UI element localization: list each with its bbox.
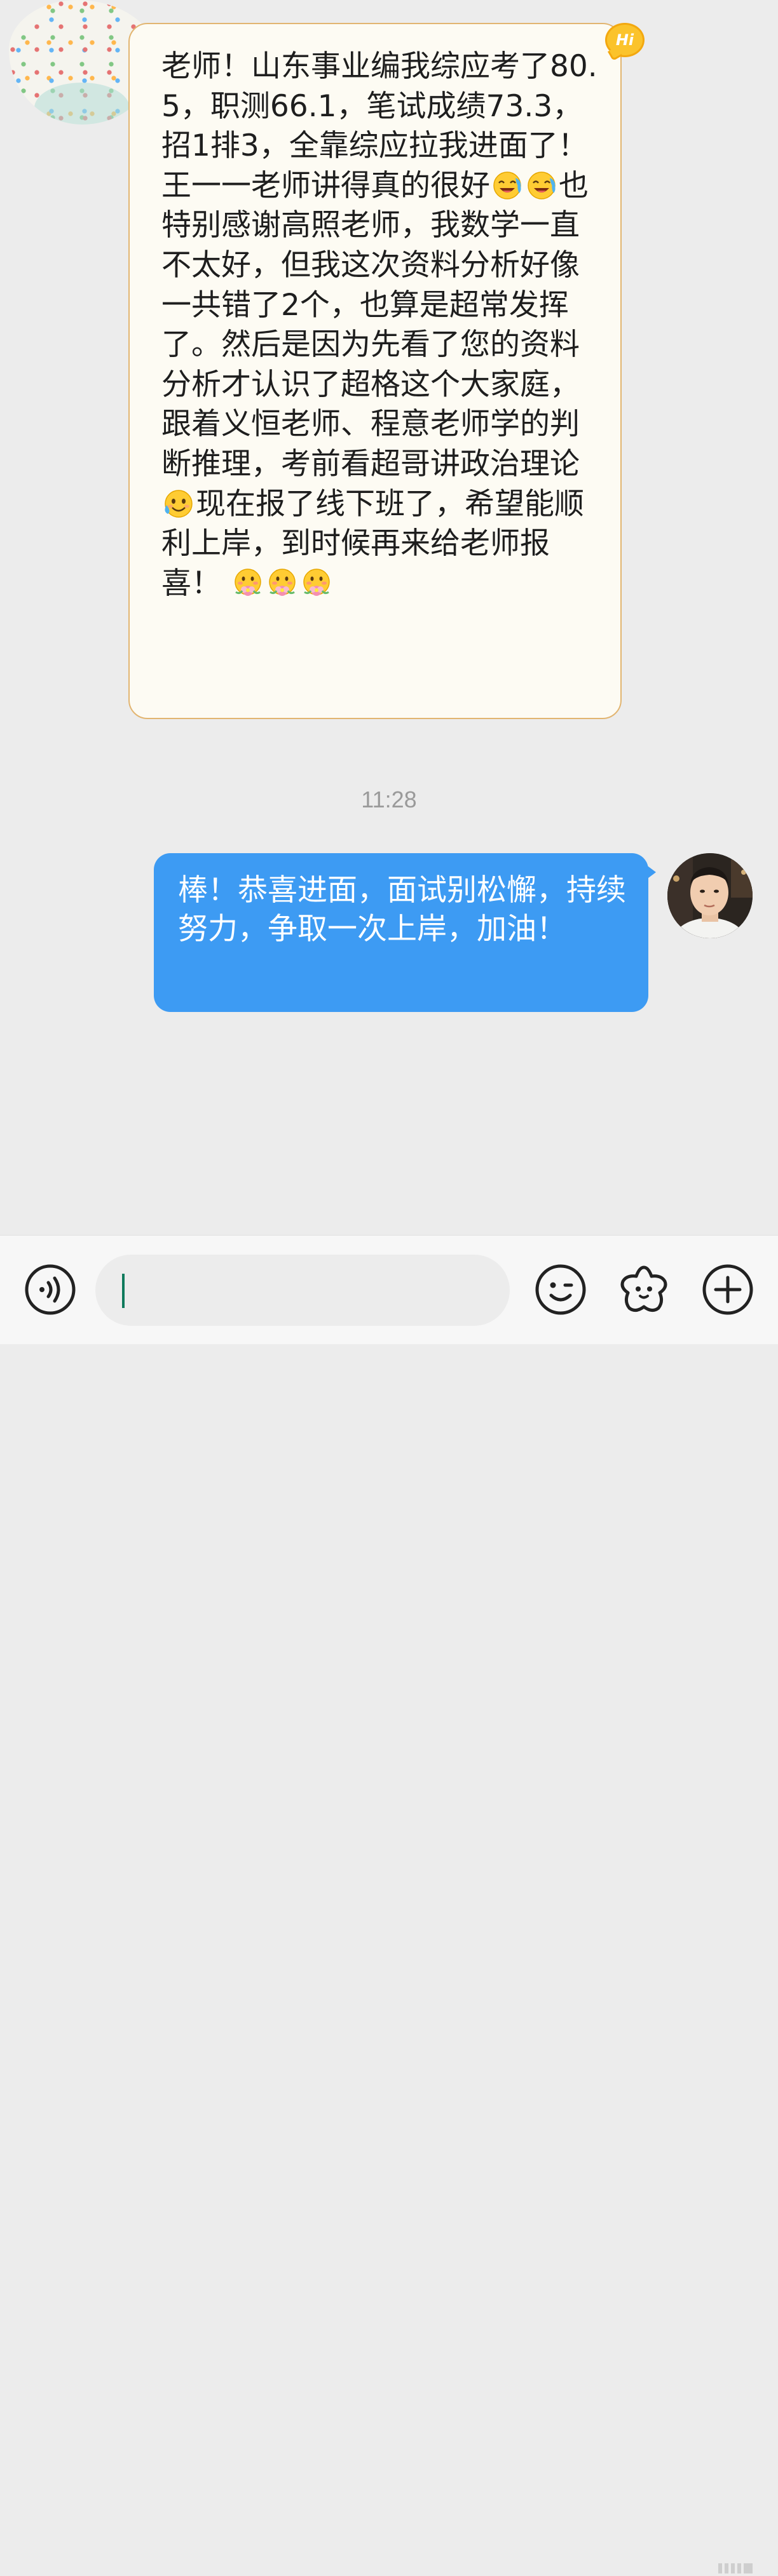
voice-icon[interactable]: [23, 1262, 78, 1317]
incoming-text-segment: 现在报了线下班了，希望能顺利上岸，到时候再来给老师报喜！: [161, 486, 584, 601]
laugh-cry-emoji: [490, 169, 524, 201]
laugh-cry-emoji: [524, 169, 559, 201]
incoming-message-text: 老师！山东事业编我综应考了80.5，职测66.1，笔试成绩73.3，招1排3，全…: [161, 47, 606, 604]
input-bar: [0, 1235, 778, 2573]
flower-holding-emoji: [265, 567, 299, 598]
flower-holding-emoji: [299, 567, 334, 598]
text-cursor: [122, 1274, 125, 1308]
hi-badge: Hi: [605, 23, 645, 57]
incoming-text-segment: 也特别感谢高照老师，我数学一直不太好，但我这次资料分析好像一共错了2个，也算是超…: [161, 168, 589, 482]
my-avatar[interactable]: [667, 853, 753, 938]
flower-holding-emoji: [231, 567, 265, 598]
plus-icon[interactable]: [700, 1262, 755, 1317]
message-input[interactable]: [95, 1255, 510, 1326]
chat-area[interactable]: 老师！山东事业编我综应考了80.5，职测66.1，笔试成绩73.3，招1排3，全…: [0, 0, 778, 1235]
outgoing-message-bubble[interactable]: 棒！恭喜进面，面试别松懈，持续努力，争取一次上岸，加油！: [154, 853, 656, 1012]
avatar-photo: [667, 853, 753, 938]
outgoing-message-text: 棒！恭喜进面，面试别松懈，持续努力，争取一次上岸，加油！: [178, 873, 626, 947]
emoji-icon[interactable]: [533, 1262, 588, 1317]
message-timestamp: 11:28: [361, 786, 417, 813]
sticker-icon[interactable]: [617, 1262, 671, 1317]
watermark-icon: [718, 2563, 753, 2573]
incoming-message-bubble[interactable]: 老师！山东事业编我综应考了80.5，职测66.1，笔试成绩73.3，招1排3，全…: [128, 23, 622, 719]
sweat-smile-emoji: [161, 487, 196, 519]
